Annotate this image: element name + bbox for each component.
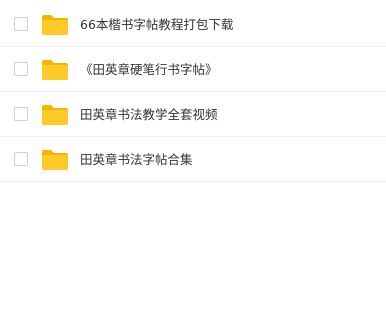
list-item[interactable]: 田英章书法教学全套视频	[0, 93, 386, 137]
file-list: 66本楷书字帖教程打包下载 《田英章硬笔行书字帖》 田英章书法教学全套视频 田英…	[0, 3, 386, 183]
folder-icon	[41, 149, 69, 171]
folder-icon	[41, 59, 69, 81]
file-name[interactable]: 66本楷书字帖教程打包下载	[80, 3, 233, 47]
row-checkbox[interactable]	[14, 152, 28, 166]
list-item[interactable]: 田英章书法字帖合集	[0, 138, 386, 182]
file-name[interactable]: 《田英章硬笔行书字帖》	[80, 48, 218, 92]
folder-icon	[41, 104, 69, 126]
file-name[interactable]: 田英章书法教学全套视频	[80, 93, 218, 137]
folder-icon	[41, 14, 69, 36]
row-checkbox[interactable]	[14, 62, 28, 76]
list-item[interactable]: 66本楷书字帖教程打包下载	[0, 3, 386, 47]
row-checkbox[interactable]	[14, 17, 28, 31]
file-name[interactable]: 田英章书法字帖合集	[80, 138, 193, 182]
list-item[interactable]: 《田英章硬笔行书字帖》	[0, 48, 386, 92]
row-checkbox[interactable]	[14, 107, 28, 121]
